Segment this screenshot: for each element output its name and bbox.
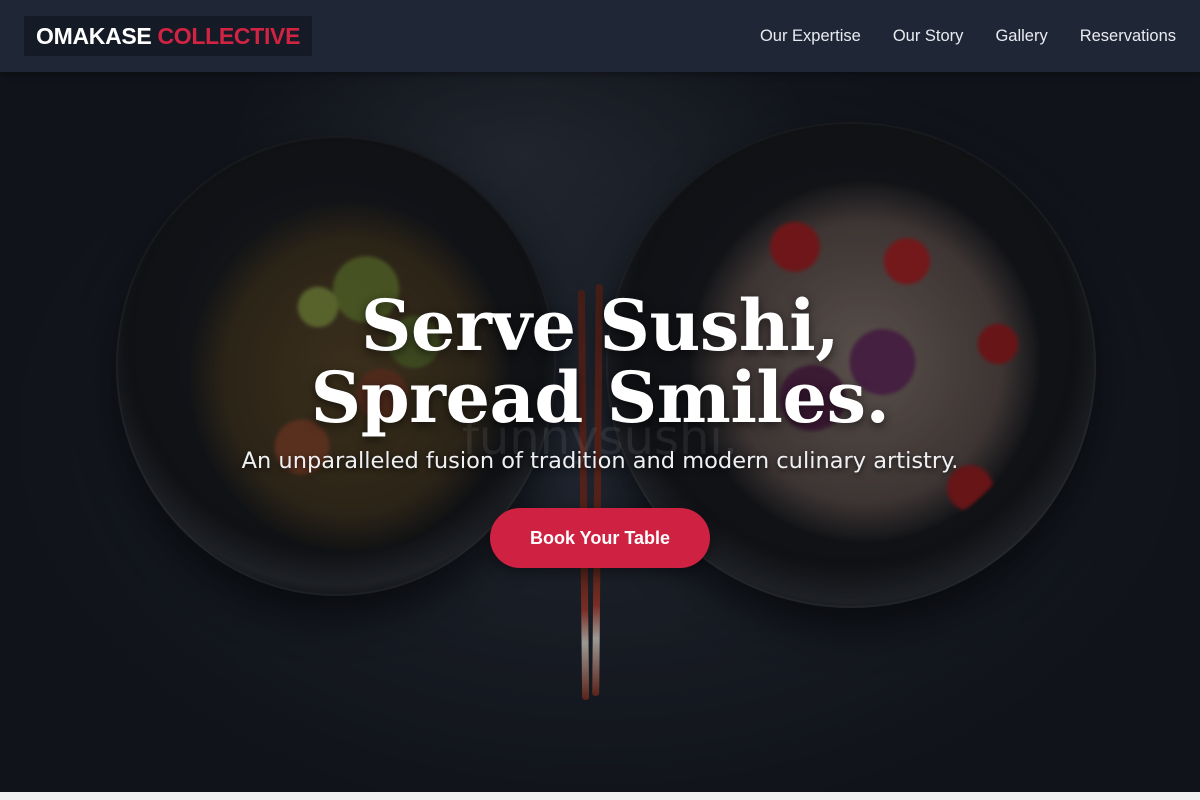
hero-section: funnysushi. Serve Sushi, Spread Smiles. … — [0, 72, 1200, 792]
hero-subheadline: An unparalleled fusion of tradition and … — [241, 448, 959, 474]
brand-word-omakase: OMAKASE — [36, 22, 152, 49]
hero-content: Serve Sushi, Spread Smiles. An unparalle… — [0, 290, 1200, 568]
book-table-button[interactable]: Book Your Table — [490, 508, 710, 568]
brand-logo[interactable]: OMAKASE COLLECTIVE — [24, 16, 313, 56]
hero-headline: Serve Sushi, Spread Smiles. — [310, 284, 890, 439]
nav-link-our-story[interactable]: Our Story — [893, 27, 964, 46]
top-navbar: OMAKASE COLLECTIVE Our Expertise Our Sto… — [0, 0, 1200, 72]
nav-link-reservations[interactable]: Reservations — [1080, 27, 1176, 46]
main-nav: Our Expertise Our Story Gallery Reservat… — [760, 27, 1176, 46]
page-bottom-strip — [0, 792, 1200, 800]
brand-word-collective: COLLECTIVE — [157, 22, 301, 49]
nav-link-gallery[interactable]: Gallery — [995, 27, 1047, 46]
nav-link-our-expertise[interactable]: Our Expertise — [760, 27, 861, 46]
